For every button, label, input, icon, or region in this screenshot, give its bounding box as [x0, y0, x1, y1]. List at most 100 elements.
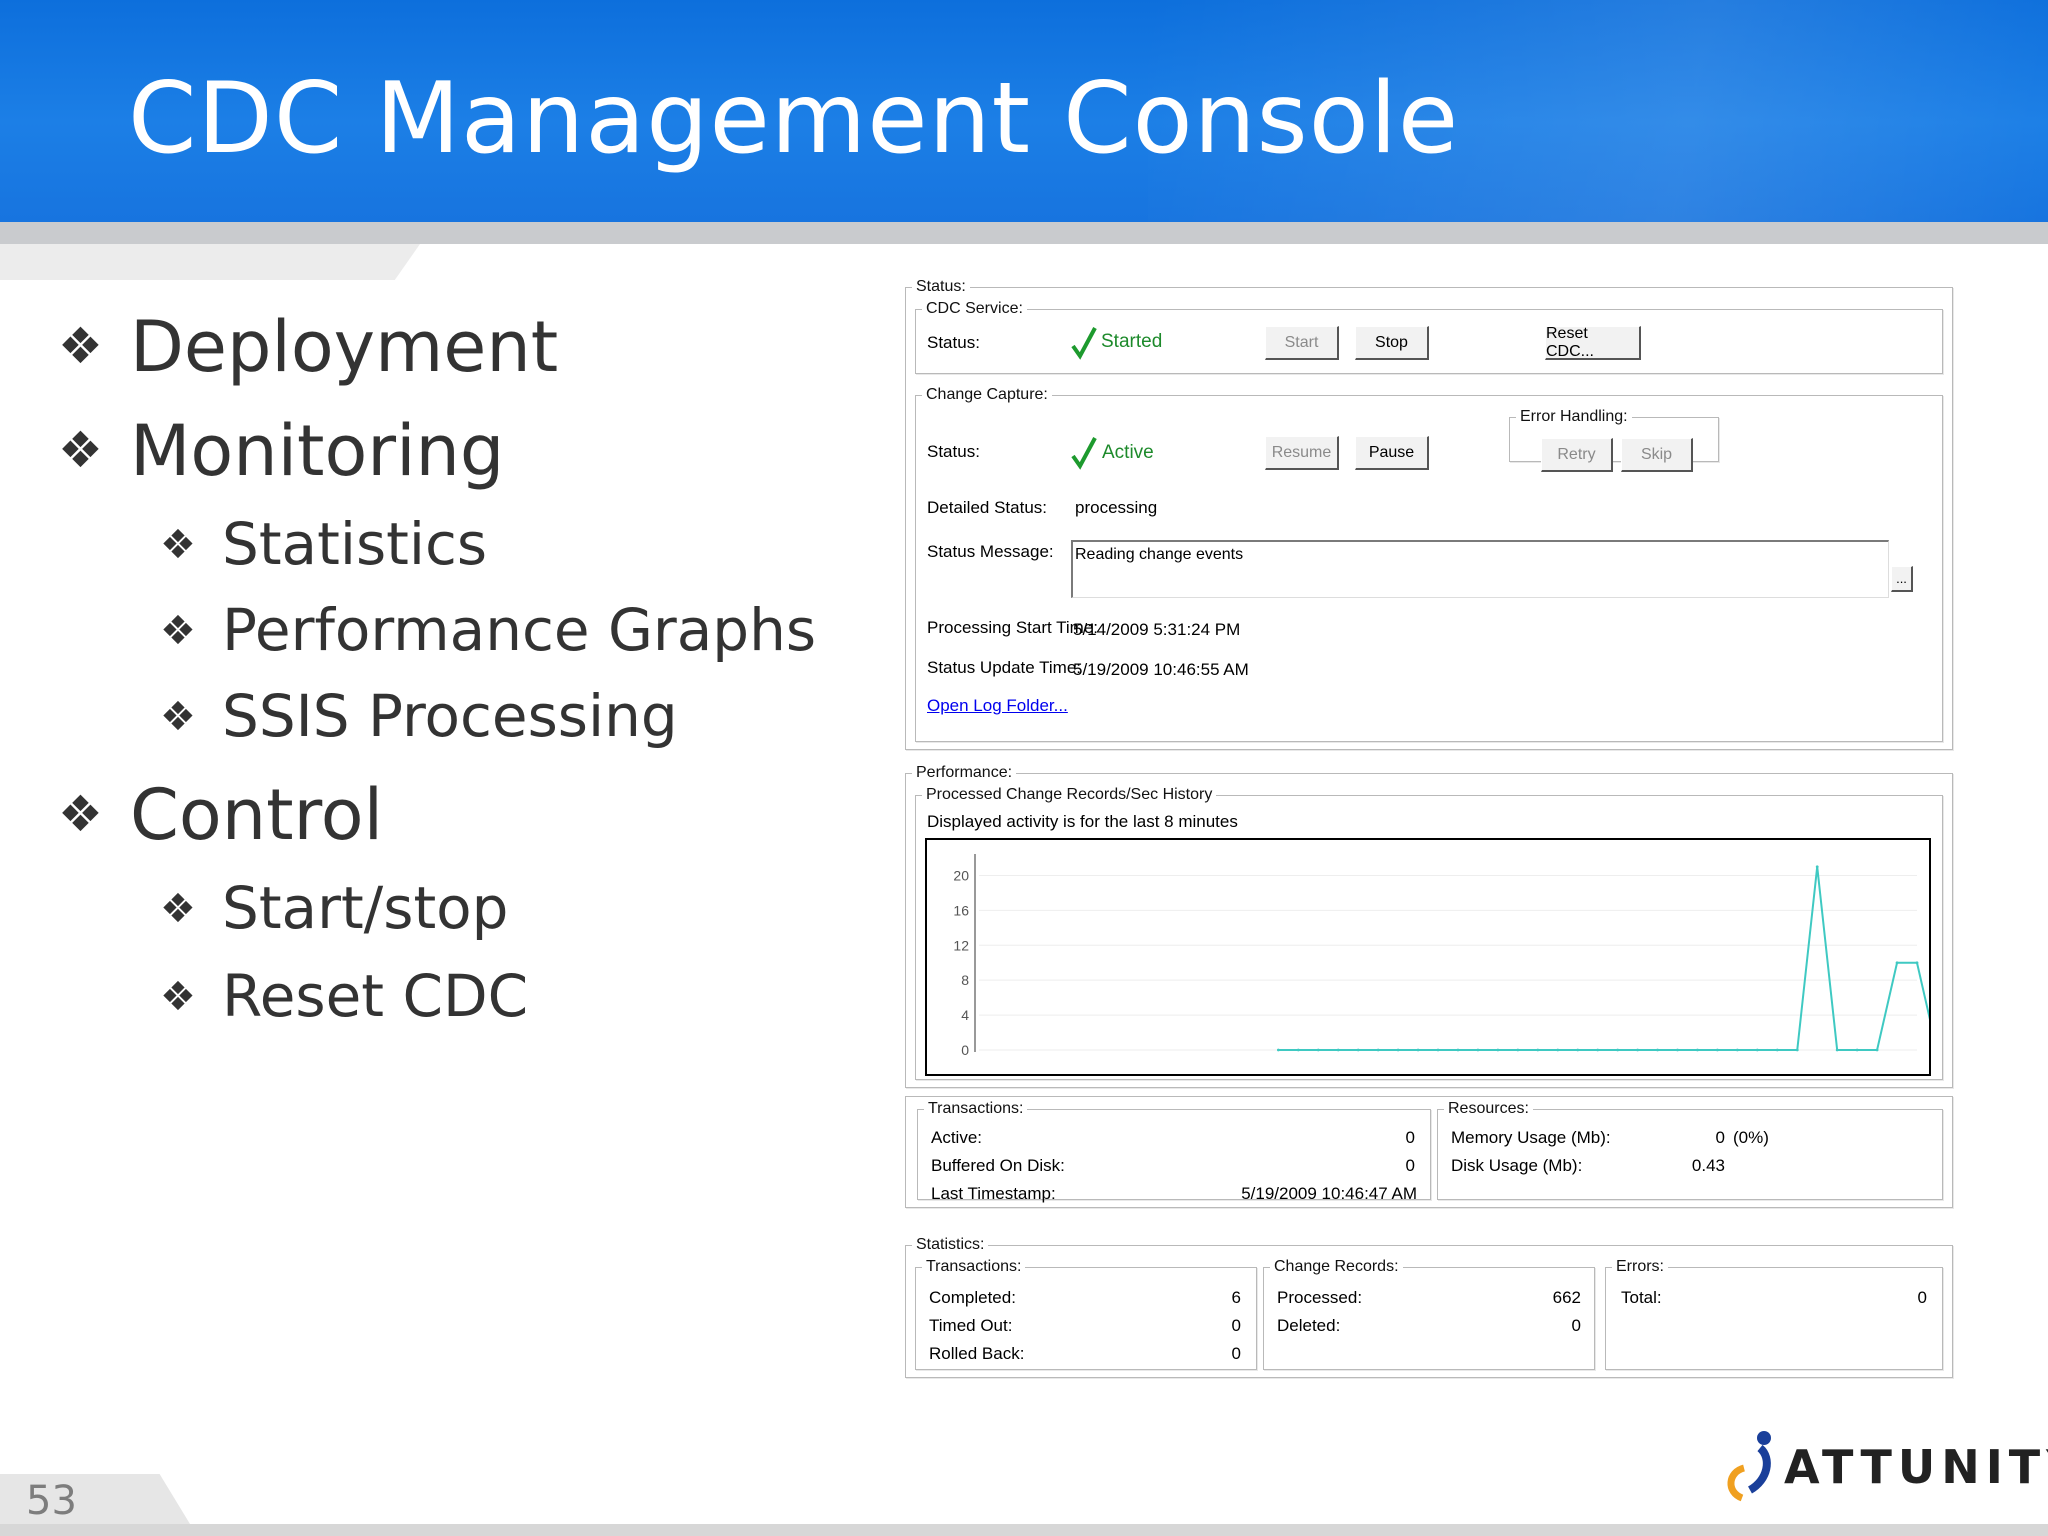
chart-data-point: [1376, 1048, 1380, 1052]
attunity-logo-icon: [1727, 1431, 1771, 1502]
chart-data-point: [1895, 961, 1899, 965]
processed-label: Processed:: [1277, 1288, 1363, 1307]
bullet-text: Deployment: [130, 306, 559, 388]
bullet-item: ❖ Deployment: [58, 306, 558, 388]
chart-data-point: [1855, 1048, 1859, 1052]
pause-button[interactable]: Pause: [1355, 436, 1429, 470]
chart-data-point: [1676, 1048, 1679, 1052]
chart-y-tick-label: 0: [961, 1042, 969, 1058]
chart-data-point: [1656, 1048, 1659, 1052]
bullet-item: ❖ Start/stop: [160, 874, 509, 942]
bullet-text: SSIS Processing: [222, 682, 678, 750]
performance-legend: Performance:: [916, 764, 1013, 781]
tx-buffered-label: Buffered On Disk:: [931, 1156, 1065, 1175]
chart-data-point: [1835, 1048, 1839, 1052]
checkmark-icon: [1071, 327, 1097, 360]
status-message-field[interactable]: Reading change events: [1071, 540, 1889, 598]
rolled-back-value: 0: [1231, 1344, 1241, 1363]
service-status-label: Status:: [927, 333, 980, 352]
retry-button[interactable]: Retry: [1541, 438, 1613, 472]
tx-last-timestamp-label: Last Timestamp:: [931, 1184, 1056, 1203]
chart-y-tick-label: 20: [953, 867, 969, 883]
completed-label: Completed:: [929, 1288, 1016, 1307]
disk-usage-value: 0.43: [1691, 1156, 1725, 1175]
error-handling-legend: Error Handling:: [1520, 408, 1628, 425]
bullet-diamond-icon: ❖: [58, 317, 103, 375]
footer-band: [0, 1524, 2048, 1536]
bullet-item: ❖ Performance Graphs: [160, 596, 816, 664]
chart-data-point: [1536, 1048, 1540, 1052]
bullet-text: Control: [130, 774, 384, 856]
bullet-diamond-icon: ❖: [160, 974, 196, 1020]
status-message-more-button[interactable]: ...: [1891, 566, 1913, 592]
chart-data-point: [1336, 1048, 1340, 1052]
bullet-diamond-icon: ❖: [58, 785, 103, 843]
timed-out-value: 0: [1231, 1316, 1241, 1335]
memory-usage-percent: (0%): [1733, 1128, 1769, 1147]
chart-data-point: [1456, 1048, 1460, 1052]
service-status-value: Started: [1101, 331, 1163, 352]
bullet-diamond-icon: ❖: [160, 522, 196, 568]
chart-y-tick-label: 12: [953, 937, 969, 953]
history-chart-svg: 20 16 12 8 4 0: [953, 854, 1939, 1058]
bullet-item: ❖ Statistics: [160, 510, 487, 578]
slide-header: CDC Management Console: [0, 0, 2048, 222]
resume-button[interactable]: Resume: [1265, 436, 1339, 470]
chart-data-point: [1636, 1048, 1639, 1052]
detailed-status-label: Detailed Status:: [927, 498, 1048, 517]
errors-group: Errors:: [1605, 1258, 1943, 1370]
reset-cdc-button[interactable]: Reset CDC...: [1545, 325, 1641, 360]
chart-data-point: [1496, 1048, 1500, 1052]
chart-series-line: [1278, 866, 1938, 1051]
errors-total-label: Total:: [1621, 1288, 1662, 1307]
bullet-item: ❖ Reset CDC: [160, 962, 528, 1030]
cdc-console-panel: Status: CDC Service: Status: Started Sta…: [905, 278, 1953, 1384]
chart-y-tick-label: 4: [961, 1007, 969, 1023]
deleted-label: Deleted:: [1277, 1316, 1341, 1335]
change-records-group: Change Records:: [1263, 1258, 1595, 1370]
timed-out-label: Timed Out:: [929, 1316, 1013, 1335]
header-divider: [0, 222, 2048, 244]
bullet-item: ❖ Control: [58, 774, 383, 856]
transactions-legend: Transactions:: [928, 1100, 1024, 1117]
capture-status-value: Active: [1102, 442, 1154, 463]
errors-total-value: 0: [1917, 1288, 1927, 1307]
bullet-diamond-icon: ❖: [58, 421, 103, 479]
bullet-text: Monitoring: [130, 410, 505, 492]
status-group-legend: Status:: [916, 278, 966, 295]
start-button[interactable]: Start: [1265, 326, 1339, 360]
chart-data-point: [1556, 1048, 1560, 1052]
bullet-diamond-icon: ❖: [160, 886, 196, 932]
cdc-service-group: CDC Service:: [915, 300, 1943, 374]
memory-usage-value: 0: [1715, 1128, 1725, 1147]
chart-data-point: [1476, 1048, 1480, 1052]
chart-data-point: [1755, 1048, 1759, 1052]
bullet-text: Performance Graphs: [222, 596, 817, 664]
errors-legend: Errors:: [1616, 1258, 1664, 1275]
chart-data-point: [1316, 1048, 1320, 1052]
open-log-folder-link[interactable]: Open Log Folder...: [927, 696, 1068, 716]
chart-data-point: [1576, 1048, 1580, 1052]
bullet-item: ❖ SSIS Processing: [160, 682, 678, 750]
skip-button[interactable]: Skip: [1621, 438, 1693, 472]
change-capture-legend: Change Capture:: [926, 386, 1048, 403]
bullet-diamond-icon: ❖: [160, 608, 196, 654]
tx-active-label: Active:: [931, 1128, 983, 1147]
bullet-item: ❖ Monitoring: [58, 410, 504, 492]
chart-data-point: [1696, 1048, 1699, 1052]
attunity-logo-text: ATTUNITY: [1784, 1440, 2048, 1494]
processing-start-value: 5/14/2009 5:31:24 PM: [1073, 620, 1241, 639]
checkmark-icon: [1071, 437, 1097, 470]
bullet-diamond-icon: ❖: [160, 694, 196, 740]
resources-group: Resources:: [1437, 1100, 1943, 1200]
bullet-text: Start/stop: [222, 874, 509, 942]
history-note: Displayed activity is for the last 8 min…: [927, 812, 1238, 831]
cdc-service-legend: CDC Service:: [926, 300, 1023, 317]
status-update-label: Status Update Time:: [927, 658, 1082, 677]
chart-data-point: [1915, 961, 1919, 965]
bullet-text: Statistics: [222, 510, 488, 578]
page-number: 53: [26, 1478, 77, 1524]
chart-data-point: [1795, 1048, 1799, 1052]
deleted-value: 0: [1571, 1316, 1581, 1335]
stop-button[interactable]: Stop: [1355, 326, 1429, 360]
